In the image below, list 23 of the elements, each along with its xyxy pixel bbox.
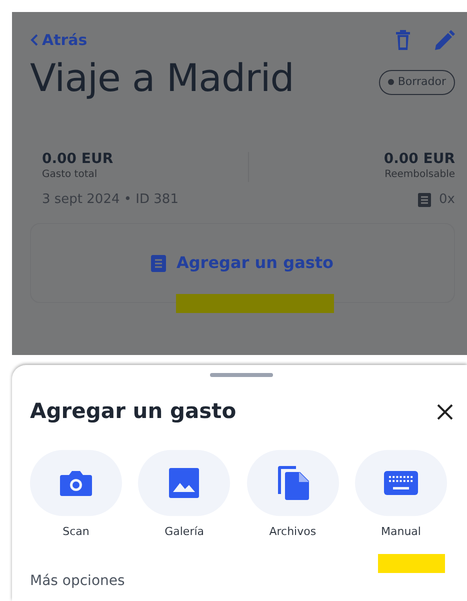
receipt-icon bbox=[418, 192, 432, 207]
chevron-left-icon bbox=[30, 34, 38, 46]
option-label: Scan bbox=[62, 524, 90, 540]
image-icon bbox=[169, 468, 200, 498]
amount-label: Gasto total bbox=[42, 168, 98, 182]
status-badge: Borrador bbox=[378, 70, 455, 94]
option-label: Archivos bbox=[269, 524, 316, 540]
amount-text: 0.00 EUR bbox=[42, 152, 114, 167]
camera-icon bbox=[60, 470, 92, 496]
keyboard-icon bbox=[384, 471, 418, 496]
files-icon bbox=[276, 465, 309, 502]
sheet-title: Agregar un gasto bbox=[30, 399, 236, 424]
option-label: Manual bbox=[380, 524, 421, 540]
drag-handle[interactable] bbox=[210, 373, 273, 377]
option-label: Galería bbox=[164, 524, 204, 540]
back-link[interactable]: Atrás bbox=[30, 28, 88, 52]
receipt-count: 0x bbox=[439, 190, 455, 209]
receipt-icon bbox=[151, 254, 166, 272]
amount-text: 0.00 EUR bbox=[384, 152, 455, 167]
date-id-text: 3 sept 2024 • ID 381 bbox=[42, 190, 178, 209]
amount-label: Reembolsable bbox=[384, 168, 455, 182]
trip-title: Viaje a Madrid bbox=[30, 56, 294, 102]
more-options-label: Más opciones bbox=[30, 572, 126, 591]
